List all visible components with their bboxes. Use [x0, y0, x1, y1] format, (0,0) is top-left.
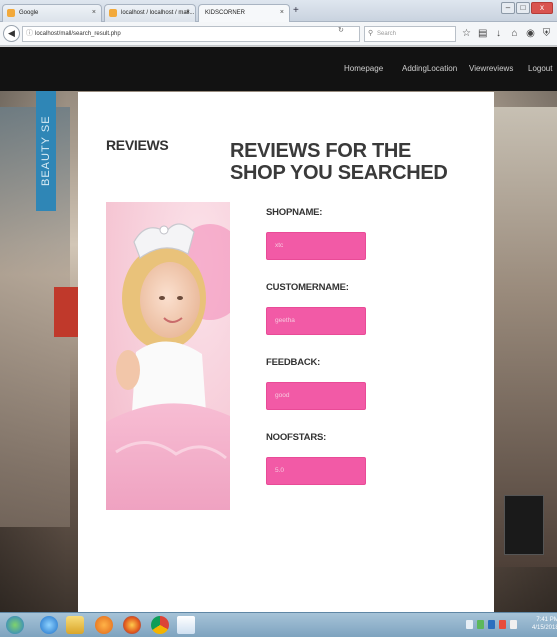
tray-volume-icon[interactable]: [510, 620, 517, 629]
noofstars-label: NOOFSTARS:: [266, 432, 327, 443]
maximize-button[interactable]: □: [516, 2, 530, 14]
background-beauty-sign: BEAUTY SE: [36, 91, 56, 211]
shopname-label: SHOPNAME:: [266, 207, 323, 218]
noofstars-field[interactable]: 5.0: [266, 457, 366, 485]
shield-icon[interactable]: ⛨: [542, 27, 551, 41]
child-photo-illustration: [106, 202, 230, 510]
ie-icon[interactable]: [40, 616, 58, 634]
content-card: REVIEWS REVIEWS FOR THE SHOP YOU SEARCHE…: [78, 92, 494, 612]
shopname-field[interactable]: xtc: [266, 232, 366, 260]
background-store-logo: [504, 495, 544, 555]
toolbar-icons: ☆ ▤ ↓ ⌂ ◉ ⛨ ≡: [462, 27, 557, 41]
back-button[interactable]: ◀: [3, 25, 20, 42]
minimize-button[interactable]: –: [501, 2, 515, 14]
chrome-icon[interactable]: [151, 616, 169, 634]
nav-adding-location[interactable]: AddingLocation: [402, 64, 457, 73]
side-heading: REVIEWS: [106, 137, 169, 153]
address-bar[interactable]: ⓘ localhost/mall/search_result.php: [22, 26, 360, 42]
system-tray: [466, 620, 517, 629]
clock-date: 4/15/2018: [532, 625, 557, 631]
child-photo: [106, 202, 230, 510]
customername-field[interactable]: geetha: [266, 307, 366, 335]
page-title: REVIEWS FOR THE SHOP YOU SEARCHED: [230, 140, 448, 184]
taskbar: 7:41 PM 4/15/2018: [0, 612, 557, 637]
tab-label: localhost / localhost / mall...: [121, 10, 195, 16]
search-input[interactable]: ⚲ Search: [364, 26, 456, 42]
background-store-sign: [54, 287, 78, 337]
google-favicon-icon: [7, 9, 15, 17]
pocket-icon[interactable]: ◉: [526, 27, 535, 41]
browser-nav-bar: ◀ ⓘ localhost/mall/search_result.php ↻ ⚲…: [0, 22, 557, 46]
tab-close-icon[interactable]: ×: [92, 5, 96, 21]
notepad-icon[interactable]: [177, 616, 195, 634]
tab-close-icon[interactable]: ×: [186, 5, 190, 21]
start-orb-icon[interactable]: [6, 616, 24, 634]
site-navbar: Homepage AddingLocation Viewreviews Logo…: [0, 47, 557, 91]
tab-localhost[interactable]: localhost / localhost / mall... ×: [104, 4, 196, 22]
home-icon[interactable]: ⌂: [510, 27, 519, 41]
bookmarks-icon[interactable]: ▤: [478, 27, 487, 41]
tray-security-icon[interactable]: [499, 620, 506, 629]
firefox-icon[interactable]: [123, 616, 141, 634]
customername-label: CUSTOMERNAME:: [266, 282, 349, 293]
page-viewport: BEAUTY SE Homepage AddingLocation Viewre…: [0, 47, 557, 612]
explorer-folder-icon[interactable]: [66, 616, 84, 634]
download-icon[interactable]: ↓: [494, 27, 503, 41]
feedback-field[interactable]: good: [266, 382, 366, 410]
nav-logout[interactable]: Logout: [528, 64, 552, 73]
window-controls: – □ x: [501, 2, 553, 16]
phpmyadmin-favicon-icon: [109, 9, 117, 17]
media-player-icon[interactable]: [95, 616, 113, 634]
clock-time: 7:41 PM: [536, 617, 557, 623]
tray-arrow-icon[interactable]: [466, 620, 473, 629]
info-icon[interactable]: ⓘ: [26, 27, 33, 41]
browser-tab-bar: Google × localhost / localhost / mall...…: [0, 0, 557, 22]
tab-kidscorner[interactable]: KIDSCORNER ×: [198, 4, 290, 22]
reload-icon[interactable]: ↻: [338, 26, 344, 34]
tab-label: KIDSCORNER: [205, 10, 246, 16]
new-tab-button[interactable]: +: [293, 5, 299, 16]
tab-close-icon[interactable]: ×: [280, 5, 284, 21]
feedback-label: FEEDBACK:: [266, 357, 321, 368]
nav-homepage[interactable]: Homepage: [344, 64, 383, 73]
nav-view-reviews[interactable]: Viewreviews: [469, 64, 513, 73]
tray-network-icon[interactable]: [477, 620, 484, 629]
search-icon: ⚲: [368, 30, 374, 37]
search-placeholder: Search: [377, 31, 397, 37]
close-window-button[interactable]: x: [531, 2, 553, 14]
star-icon[interactable]: ☆: [462, 27, 471, 41]
tab-google[interactable]: Google ×: [2, 4, 102, 22]
url-text: localhost/mall/search_result.php: [35, 31, 121, 37]
tab-label: Google: [19, 10, 39, 16]
taskbar-clock[interactable]: 7:41 PM 4/15/2018: [532, 616, 557, 632]
tray-app-icon[interactable]: [488, 620, 495, 629]
